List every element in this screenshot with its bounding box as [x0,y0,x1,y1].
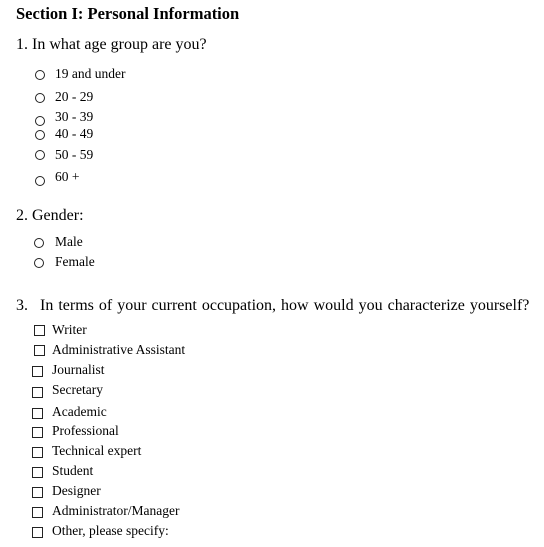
option-label: 19 and under [55,66,126,81]
radio-button[interactable] [35,70,45,80]
option-label: Secretary [52,382,103,397]
option-label: Writer [52,322,87,337]
checkbox[interactable] [34,325,45,336]
radio-button[interactable] [35,130,45,140]
radio-button[interactable] [34,258,44,268]
radio-button[interactable] [35,176,45,186]
option-label: Technical expert [52,443,142,458]
checkbox[interactable] [32,427,43,438]
question-number: 3. [16,297,28,314]
option-label: Professional [52,423,119,438]
checkbox[interactable] [32,387,43,398]
checkbox[interactable] [32,447,43,458]
option-label: Other, please specify: [52,523,169,538]
option-label: Administrative Assistant [52,342,186,357]
option-label: Female [55,254,95,269]
option-label: Journalist [52,362,105,377]
checkbox[interactable] [32,366,43,377]
checkbox[interactable] [34,345,45,356]
question-age-group: 1. In what age group are you? [16,36,207,53]
question-occupation: In terms of your current occupation, how… [40,297,530,314]
checkbox[interactable] [32,408,43,419]
question-gender: 2. Gender: [16,207,84,224]
checkbox[interactable] [32,487,43,498]
section-title: Section I: Personal Information [16,4,240,23]
option-label: Administrator/Manager [52,503,180,518]
option-label: Academic [52,404,107,419]
option-label: 20 - 29 [55,89,94,104]
option-label: Male [55,234,83,249]
option-label: 50 - 59 [55,147,94,162]
radio-button[interactable] [35,116,45,126]
radio-button[interactable] [35,150,45,160]
checkbox[interactable] [32,527,43,538]
option-label: 30 - 39 [55,109,94,124]
radio-button[interactable] [35,93,45,103]
option-label: Student [52,463,94,478]
option-label: 60 + [55,169,80,184]
checkbox[interactable] [32,467,43,478]
checkbox[interactable] [32,507,43,518]
option-label: 40 - 49 [55,126,94,141]
option-label: Designer [52,483,101,498]
radio-button[interactable] [34,238,44,248]
